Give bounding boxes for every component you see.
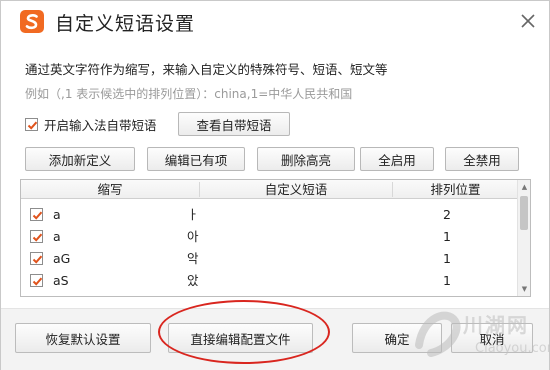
column-header-phrase[interactable]: 自定义短语 [200, 180, 392, 199]
row-checkbox[interactable] [30, 252, 43, 265]
close-icon[interactable] [519, 12, 537, 30]
row-position: 1 [443, 251, 451, 266]
disable-all-button[interactable]: 全禁用 [445, 147, 519, 171]
ok-button[interactable]: 确定 [352, 323, 442, 353]
scroll-thumb[interactable] [520, 196, 528, 230]
view-builtin-phrases-button[interactable]: 查看自带短语 [178, 112, 290, 136]
row-position: 1 [443, 273, 451, 288]
example-text: 例如（,1 表示候选中的排列位置）：china,1=中华人民共和国 [25, 87, 353, 101]
row-phrase: ㅏ [187, 207, 199, 222]
edit-existing-button[interactable]: 编辑已有项 [147, 147, 245, 171]
checkmark-icon [32, 277, 43, 286]
table-header: 缩写 自定义短语 排列位置 [21, 180, 518, 199]
edit-config-file-button[interactable]: 直接编辑配置文件 [168, 323, 313, 353]
phrase-table: 缩写 自定义短语 排列位置 a ㅏ 2 a 아 1 aG 악 1 aS 았 1 … [20, 179, 531, 297]
builtin-phrases-checkbox[interactable] [25, 117, 38, 131]
checkmark-icon [27, 121, 38, 130]
row-position: 2 [443, 207, 451, 222]
row-abbr: a [53, 207, 61, 222]
checkmark-icon [32, 233, 43, 242]
table-row[interactable]: a 아 1 [21, 226, 518, 248]
row-phrase: 아 [187, 229, 199, 244]
cancel-button[interactable]: 取消 [451, 323, 533, 353]
row-abbr: aG [53, 251, 71, 266]
table-row[interactable]: aS 았 1 [21, 270, 518, 292]
sogou-logo-icon [20, 10, 44, 33]
row-abbr: a [53, 229, 61, 244]
restore-defaults-button[interactable]: 恢复默认设置 [15, 323, 151, 353]
scroll-down-icon[interactable]: ▼ [518, 282, 530, 296]
column-header-abbr[interactable]: 缩写 [21, 180, 199, 199]
table-row[interactable]: aG 악 1 [21, 248, 518, 270]
builtin-phrases-toggle[interactable]: 开启输入法自带短语 [25, 115, 157, 133]
delete-highlighted-button[interactable]: 删除高亮 [257, 147, 355, 171]
column-header-position[interactable]: 排列位置 [393, 180, 518, 199]
row-phrase: 악 [187, 251, 199, 266]
row-abbr: aS [53, 273, 69, 288]
enable-all-button[interactable]: 全启用 [360, 147, 434, 171]
dialog-title: 自定义短语设置 [55, 13, 196, 35]
table-scrollbar[interactable]: ▲ ▼ [517, 180, 530, 296]
row-position: 1 [443, 229, 451, 244]
description-text: 通过英文字符作为缩写，来输入自定义的特殊符号、短语、短文等 [25, 62, 388, 77]
row-checkbox[interactable] [30, 230, 43, 243]
add-definition-button[interactable]: 添加新定义 [25, 147, 135, 171]
row-checkbox[interactable] [30, 274, 43, 287]
row-phrase: 았 [187, 273, 199, 288]
custom-phrase-dialog: 自定义短语设置 通过英文字符作为缩写，来输入自定义的特殊符号、短语、短文等 例如… [0, 0, 550, 370]
checkmark-icon [32, 255, 43, 264]
row-checkbox[interactable] [30, 208, 43, 221]
footer-bar: 恢复默认设置 直接编辑配置文件 确定 取消 [1, 309, 549, 370]
scroll-up-icon[interactable]: ▲ [518, 180, 530, 194]
table-row[interactable]: a ㅏ 2 [21, 204, 518, 226]
title-bar: 自定义短语设置 [1, 1, 549, 41]
builtin-phrases-label: 开启输入法自带短语 [44, 117, 157, 133]
checkmark-icon [32, 211, 43, 220]
